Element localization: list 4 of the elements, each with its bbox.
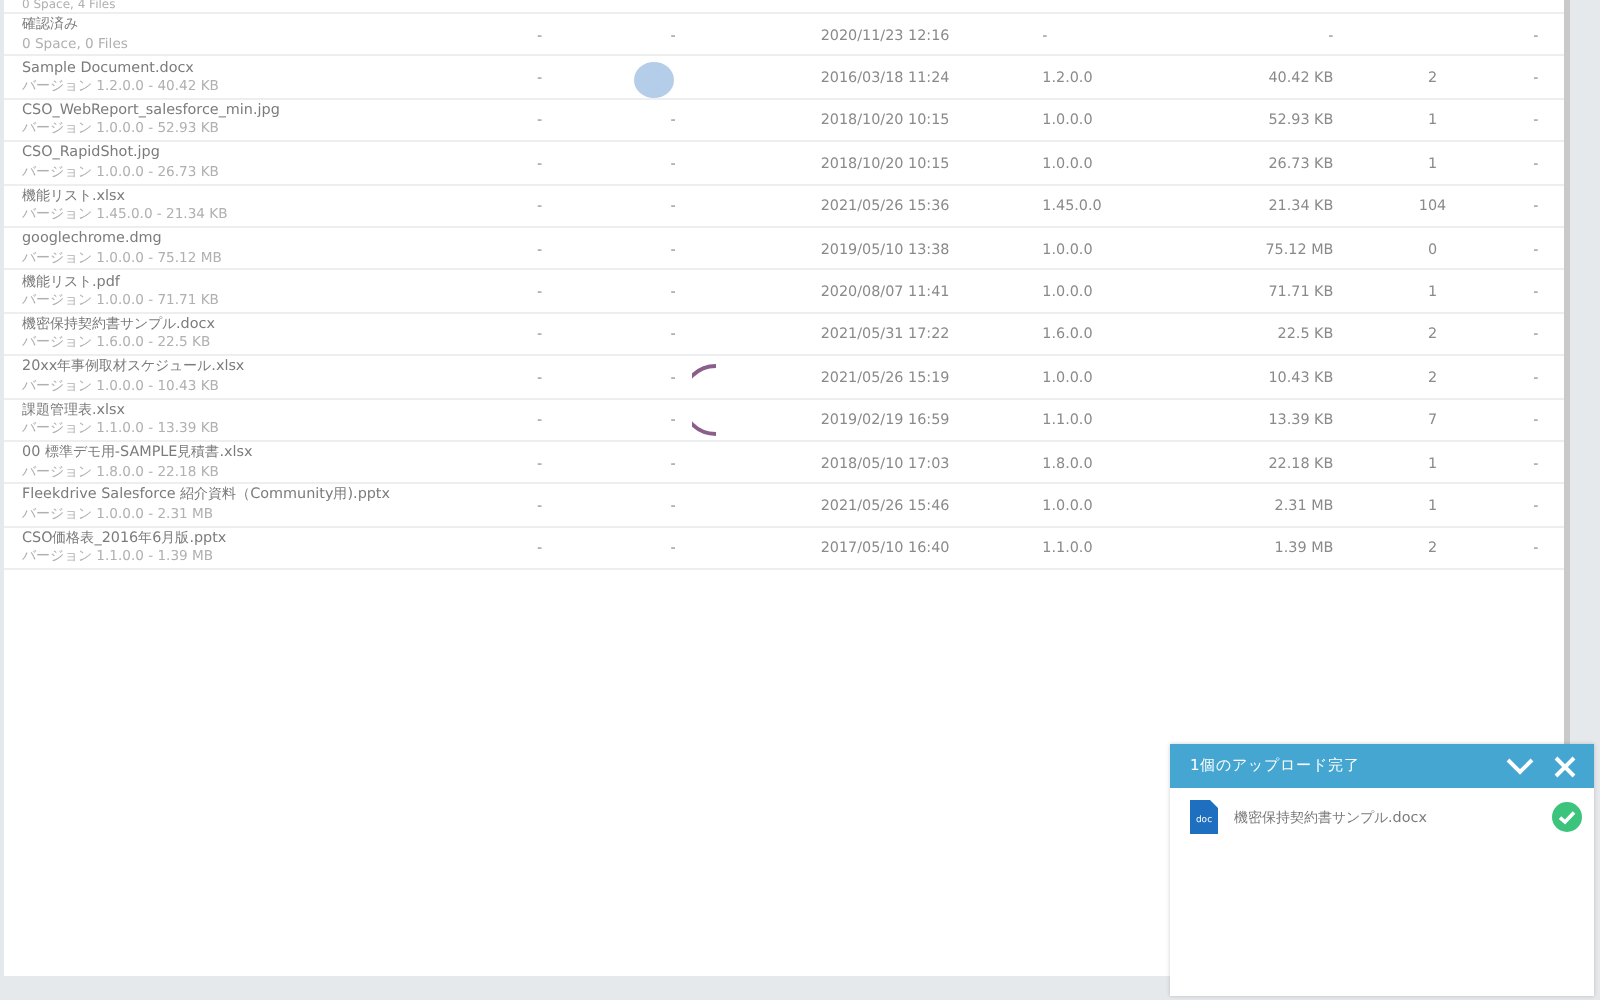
chevron-down-icon[interactable]	[1506, 757, 1534, 775]
close-icon[interactable]	[1554, 755, 1576, 777]
dot-icon	[634, 62, 674, 98]
spinner-icon	[692, 364, 718, 436]
